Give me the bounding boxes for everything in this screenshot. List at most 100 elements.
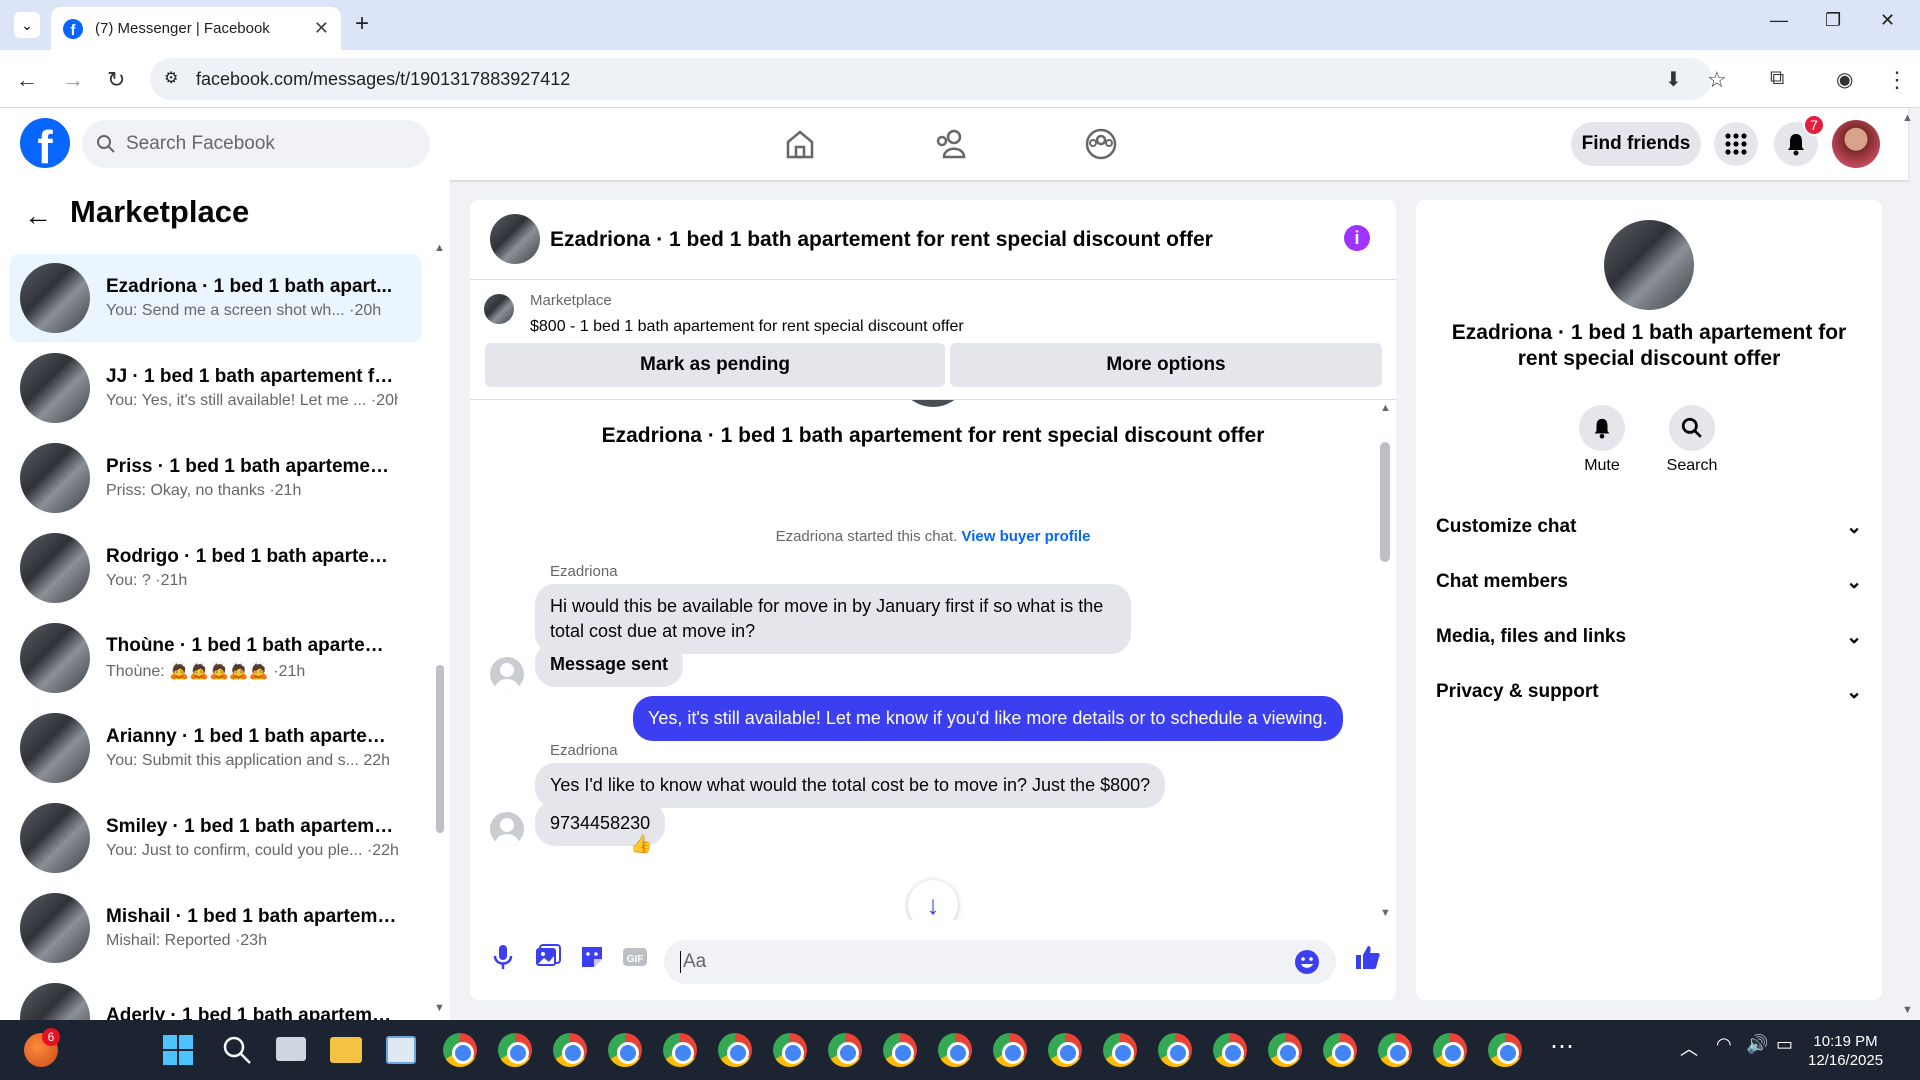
new-tab-icon[interactable]: +	[355, 10, 369, 38]
close-tab-icon[interactable]: ✕	[314, 18, 329, 39]
gif-icon[interactable]: GIF	[620, 942, 650, 972]
home-icon[interactable]	[782, 126, 818, 162]
chrome-app-icon[interactable]	[718, 1033, 752, 1067]
chrome-app-icon[interactable]	[1158, 1033, 1192, 1067]
info-icon[interactable]: i	[1344, 225, 1370, 251]
sticker-icon[interactable]	[577, 942, 607, 972]
media-files-links-section[interactable]: Media, files and links ⌄	[1436, 626, 1862, 649]
sidebar-scrollbar-thumb[interactable]	[436, 665, 444, 833]
chrome-app-icon[interactable]	[938, 1033, 972, 1067]
back-arrow-icon[interactable]: ←	[24, 200, 52, 232]
photo-icon[interactable]	[532, 942, 562, 972]
task-view-icon[interactable]	[276, 1037, 306, 1061]
extensions-icon[interactable]: ⧉	[1770, 67, 1784, 90]
search-icon[interactable]	[222, 1035, 252, 1065]
friends-icon[interactable]	[933, 126, 969, 162]
chrome-app-icon[interactable]	[1213, 1033, 1247, 1067]
volume-icon[interactable]: 🔊	[1746, 1034, 1768, 1055]
chrome-app-icon[interactable]	[498, 1033, 532, 1067]
emoji-icon[interactable]	[1294, 949, 1320, 975]
chrome-app-icon[interactable]	[1048, 1033, 1082, 1067]
conversation-item[interactable]: Arianny · 1 bed 1 bath aparteme... You: S…	[10, 704, 421, 792]
show-hidden-icons-icon[interactable]: ︿	[1680, 1035, 1698, 1061]
privacy-support-section[interactable]: Privacy & support ⌄	[1436, 681, 1862, 704]
wifi-icon[interactable]: ◠	[1716, 1034, 1732, 1055]
forward-icon[interactable]: →	[62, 67, 84, 93]
tab-list-chevron-icon[interactable]: ⌄	[14, 12, 40, 38]
chrome-app-icon[interactable]	[828, 1033, 862, 1067]
chrome-app-icon[interactable]	[883, 1033, 917, 1067]
reload-icon[interactable]: ↻	[107, 67, 125, 93]
scroll-up-arrow[interactable]: ▲	[434, 242, 445, 254]
minimize-icon[interactable]: —	[1770, 10, 1788, 31]
file-explorer-icon[interactable]	[330, 1037, 362, 1063]
chrome-app-icon[interactable]	[773, 1033, 807, 1067]
install-app-icon[interactable]: ⬇	[1665, 67, 1682, 92]
find-friends-button[interactable]: Find friends	[1571, 122, 1701, 166]
battery-icon[interactable]: ▭	[1776, 1034, 1793, 1055]
scroll-down-arrow[interactable]: ▼	[434, 1002, 445, 1014]
conversation-item[interactable]: Mishail · 1 bed 1 bath apartemen... Misha…	[10, 884, 421, 972]
profile-icon[interactable]: ◉	[1836, 67, 1853, 92]
groups-icon[interactable]	[1083, 126, 1119, 162]
browser-tab-messenger[interactable]: f (7) Messenger | Facebook ✕	[51, 7, 341, 50]
thumbs-up-send-icon[interactable]	[1352, 942, 1382, 972]
listing-profile-image[interactable]	[1604, 220, 1694, 310]
back-icon[interactable]: ←	[16, 67, 38, 93]
conversation-item[interactable]: Smiley · 1 bed 1 bath apartemen... You: J…	[10, 794, 421, 882]
chrome-app-icon[interactable]	[1323, 1033, 1357, 1067]
menu-grid-button[interactable]	[1714, 122, 1758, 166]
chrome-app-icon[interactable]	[1488, 1033, 1522, 1067]
view-buyer-profile-link[interactable]: View buyer profile	[962, 528, 1091, 545]
restore-icon[interactable]: ❐	[1825, 10, 1841, 31]
microphone-icon[interactable]	[488, 942, 518, 972]
page-scroll-up-arrow[interactable]: ▲	[1902, 112, 1913, 124]
chrome-app-icon[interactable]	[1103, 1033, 1137, 1067]
incoming-message[interactable]: Message sent	[535, 642, 684, 687]
thread-scrollbar-thumb[interactable]	[1380, 442, 1390, 562]
conversation-item[interactable]: Thoùne · 1 bed 1 bath aparteme... Thoùne:…	[10, 614, 421, 702]
thumbs-up-reaction-icon[interactable]: 👍	[630, 834, 652, 855]
chrome-app-icon[interactable]	[1378, 1033, 1412, 1067]
grid-icon	[1725, 133, 1747, 155]
mute-button[interactable]: Mute	[1562, 405, 1642, 475]
more-options-button[interactable]: More options	[950, 343, 1382, 387]
more-apps-icon[interactable]: ⋯	[1550, 1032, 1574, 1061]
chrome-app-icon[interactable]	[993, 1033, 1027, 1067]
menu-kebab-icon[interactable]: ⋮	[1886, 67, 1908, 93]
system-clock[interactable]: 10:19 PM 12/16/2025	[1808, 1032, 1883, 1070]
scroll-down-arrow[interactable]: ▼	[1380, 907, 1391, 919]
chrome-app-icon[interactable]	[608, 1033, 642, 1067]
image-viewer-icon[interactable]	[386, 1036, 416, 1064]
close-window-icon[interactable]: ✕	[1880, 10, 1895, 31]
search-input[interactable]: Search Facebook	[82, 120, 430, 168]
chrome-app-icon[interactable]	[663, 1033, 697, 1067]
url-bar[interactable]: ⚙ facebook.com/messages/t/19013178839274…	[150, 58, 1712, 100]
account-avatar[interactable]	[1832, 120, 1880, 168]
conversation-item[interactable]: Rodrigo · 1 bed 1 bath aparteme... You: ?…	[10, 524, 421, 612]
site-info-icon[interactable]: ⚙	[164, 68, 178, 88]
conversation-item[interactable]: Priss · 1 bed 1 bath apartement f... Pris…	[10, 434, 421, 522]
bookmark-star-icon[interactable]: ☆	[1707, 67, 1727, 93]
chrome-app-icon[interactable]	[1433, 1033, 1467, 1067]
sender-name: Ezadriona	[550, 563, 618, 580]
conversation-item[interactable]: JJ · 1 bed 1 bath apartement for ... You:…	[10, 344, 421, 432]
scroll-up-arrow[interactable]: ▲	[1380, 402, 1391, 414]
chrome-app-icon[interactable]	[443, 1033, 477, 1067]
facebook-logo-icon[interactable]: f	[20, 118, 70, 168]
scroll-to-bottom-button[interactable]: ↓	[908, 880, 958, 920]
search-conversation-button[interactable]: Search	[1652, 405, 1732, 475]
listing-price-title[interactable]: $800 - 1 bed 1 bath apartement for rent …	[530, 318, 964, 336]
windows-start-icon[interactable]	[163, 1035, 193, 1065]
outgoing-message[interactable]: Yes, it's still available! Let me know i…	[633, 696, 1343, 741]
chrome-app-icon[interactable]	[553, 1033, 587, 1067]
listing-thumbnail[interactable]	[490, 214, 540, 264]
mark-as-pending-button[interactable]: Mark as pending	[485, 343, 945, 387]
chat-title[interactable]: Ezadriona · 1 bed 1 bath apartement for …	[550, 228, 1213, 252]
chrome-app-icon[interactable]	[1268, 1033, 1302, 1067]
message-input[interactable]: Aa	[664, 940, 1336, 984]
chat-members-section[interactable]: Chat members ⌄	[1436, 571, 1862, 594]
customize-chat-section[interactable]: Customize chat ⌄	[1436, 516, 1862, 539]
conversation-item[interactable]: Ezadriona · 1 bed 1 bath apart... You: Se…	[10, 254, 421, 342]
page-scroll-down-arrow[interactable]: ▼	[1902, 1004, 1913, 1016]
